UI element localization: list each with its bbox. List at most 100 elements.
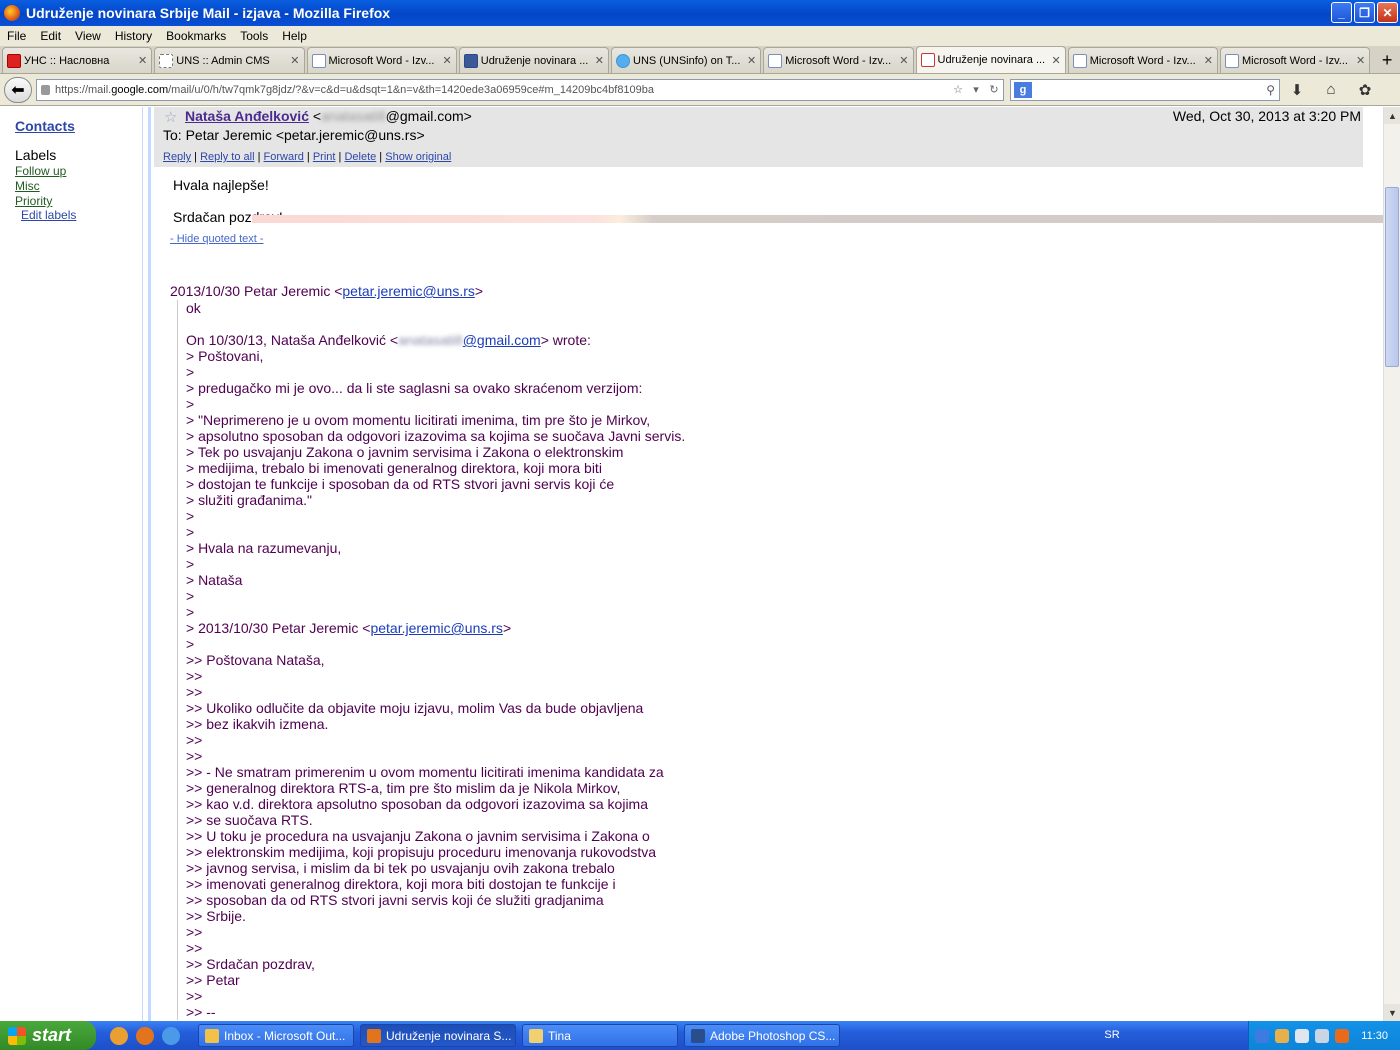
taskbar-item[interactable]: Inbox - Microsoft Out...	[198, 1024, 354, 1047]
menu-edit[interactable]: Edit	[33, 29, 68, 43]
browser-tab[interactable]: Microsoft Word - Izv... ✕	[306, 47, 457, 73]
folder-icon	[529, 1028, 543, 1043]
firefox-icon	[367, 1028, 381, 1043]
browser-tab[interactable]: Udruženje novinara ... ✕	[458, 47, 609, 73]
url-bar[interactable]: https://mail.google.com/mail/u/0/h/tw7qm…	[36, 78, 1004, 101]
quote-blank	[186, 316, 1357, 332]
quote-line: >	[186, 588, 195, 604]
tray-app-icon[interactable]	[1335, 1028, 1349, 1043]
browser-tab[interactable]: УНС :: Насловна ✕	[2, 47, 153, 73]
back-button[interactable]: ⬅	[4, 76, 32, 103]
reply-all-link[interactable]: Reply to all	[200, 151, 254, 163]
quote-line: >> kao v.d. direktora apsolutno sposoban…	[186, 796, 649, 812]
reply-link[interactable]: Reply	[163, 151, 191, 163]
browser-tab[interactable]: Microsoft Word - Izv... ✕	[763, 47, 914, 73]
quote-line: >	[186, 364, 195, 380]
quote-line: > medijima, trebalo bi imenovati general…	[186, 460, 602, 476]
taskbar-item-active[interactable]: Udruženje novinara S...	[360, 1024, 516, 1047]
label-priority[interactable]: Priority	[15, 194, 52, 208]
restore-button[interactable]: ❐	[1354, 2, 1375, 23]
delete-link[interactable]: Delete	[344, 151, 376, 163]
app-quicklaunch-icon[interactable]	[162, 1026, 180, 1045]
tray-arrow-icon[interactable]	[1255, 1028, 1269, 1043]
close-tab-icon[interactable]: ✕	[747, 54, 756, 67]
tab-label: Udruženje novinara ...	[480, 54, 589, 67]
quote-line: >> generalnog direktora RTS-a, tim pre š…	[186, 780, 621, 796]
quote-line: > apsolutno sposoban da odgovori izazovi…	[186, 428, 686, 444]
tray-outlook-icon[interactable]	[1275, 1028, 1289, 1043]
quote-line: >	[186, 508, 195, 524]
vertical-scrollbar[interactable]: ▲ ▼	[1383, 107, 1400, 1021]
contacts-link[interactable]: Contacts	[15, 118, 75, 134]
menu-view[interactable]: View	[68, 29, 108, 43]
menu-tools[interactable]: Tools	[233, 29, 275, 43]
close-tab-icon[interactable]: ✕	[595, 54, 604, 67]
label-misc[interactable]: Misc	[15, 179, 40, 193]
quote-line: ok	[186, 300, 201, 316]
browser-tab[interactable]: UNS (UNSinfo) on T... ✕	[611, 47, 762, 73]
scroll-up-icon[interactable]: ▲	[1384, 107, 1400, 124]
taskbar-item[interactable]: Tina	[522, 1024, 678, 1047]
search-icon[interactable]: ⚲	[1266, 83, 1275, 97]
star-icon[interactable]: ☆	[164, 108, 177, 126]
dropdown-icon[interactable]: ▾	[967, 83, 985, 96]
forward-link[interactable]: Forward	[264, 151, 304, 163]
close-tab-icon[interactable]: ✕	[443, 54, 452, 67]
browser-tab[interactable]: Microsoft Word - Izv... ✕	[1220, 47, 1371, 73]
home-icon[interactable]: ⌂	[1314, 81, 1348, 98]
tab-label: Microsoft Word - Izv...	[328, 54, 435, 67]
google-icon[interactable]: g	[1014, 81, 1032, 98]
print-link[interactable]: Print	[313, 151, 336, 163]
new-tab-button[interactable]: +	[1374, 47, 1400, 73]
outlook-quicklaunch-icon[interactable]	[110, 1026, 128, 1045]
tray-display-icon[interactable]	[1315, 1028, 1329, 1043]
menu-history[interactable]: History	[108, 29, 159, 43]
close-tab-icon[interactable]: ✕	[290, 54, 299, 67]
hide-quoted-text-link[interactable]: - Hide quoted text -	[170, 233, 264, 245]
close-window-button[interactable]: ✕	[1377, 2, 1398, 23]
tab-label: Microsoft Word - Izv...	[785, 54, 892, 67]
language-indicator[interactable]: SR	[1097, 1029, 1127, 1041]
email-link[interactable]: petar.jeremic@uns.rs	[370, 620, 502, 636]
scroll-down-icon[interactable]: ▼	[1384, 1004, 1400, 1021]
scroll-thumb[interactable]	[1385, 187, 1399, 367]
email-link[interactable]: @gmail.com	[463, 332, 541, 348]
bookmark-star-icon[interactable]: ☆	[949, 83, 967, 96]
sender-name[interactable]: Nataša Anđelković	[185, 108, 309, 124]
body-line: Hvala najlepše!	[173, 177, 269, 193]
dashed-page-icon	[159, 53, 174, 68]
rendering-artifact-strip	[252, 215, 1400, 223]
edit-labels-link[interactable]: Edit labels	[21, 208, 76, 222]
gmail-icon	[920, 53, 935, 67]
email-link[interactable]: petar.jeremic@uns.rs	[342, 283, 474, 299]
tray-network-icon[interactable]	[1295, 1028, 1309, 1043]
menu-bookmarks[interactable]: Bookmarks	[159, 29, 233, 43]
reload-icon[interactable]: ↻	[985, 83, 1003, 96]
browser-tab-active[interactable]: Udruženje novinara ... ✕	[915, 46, 1066, 73]
show-original-link[interactable]: Show original	[385, 151, 451, 163]
recipient: To: Petar Jeremic <petar.jeremic@uns.rs>	[163, 127, 425, 143]
menu-help[interactable]: Help	[275, 29, 314, 43]
browser-tab[interactable]: UNS :: Admin CMS ✕	[154, 47, 305, 73]
start-button[interactable]: start	[0, 1021, 96, 1050]
close-tab-icon[interactable]: ✕	[899, 54, 908, 67]
browser-tab[interactable]: Microsoft Word - Izv... ✕	[1067, 47, 1218, 73]
firefox-quicklaunch-icon[interactable]	[136, 1026, 154, 1045]
lock-icon	[41, 84, 50, 95]
close-tab-icon[interactable]: ✕	[1356, 54, 1365, 67]
minimize-button[interactable]: _	[1331, 2, 1352, 23]
quote-line: >> Srbije.	[186, 908, 246, 924]
addon-icon[interactable]: ✿	[1348, 81, 1382, 99]
downloads-icon[interactable]: ⬇	[1280, 81, 1314, 99]
close-tab-icon[interactable]: ✕	[138, 54, 147, 67]
windows-logo-icon	[8, 1026, 26, 1045]
menu-file[interactable]: File	[0, 29, 33, 43]
twitter-icon	[616, 53, 630, 68]
quote-line: >> U toku je procedura na usvajanju Zako…	[186, 828, 650, 844]
quote-line: >> imenovati generalnog direktora, koji …	[186, 876, 616, 892]
label-follow-up[interactable]: Follow up	[15, 164, 66, 178]
close-tab-icon[interactable]: ✕	[1204, 54, 1213, 67]
search-bar[interactable]: g ⚲	[1010, 78, 1280, 101]
taskbar-item[interactable]: Adobe Photoshop CS...	[684, 1024, 840, 1047]
close-tab-icon[interactable]: ✕	[1052, 54, 1061, 67]
